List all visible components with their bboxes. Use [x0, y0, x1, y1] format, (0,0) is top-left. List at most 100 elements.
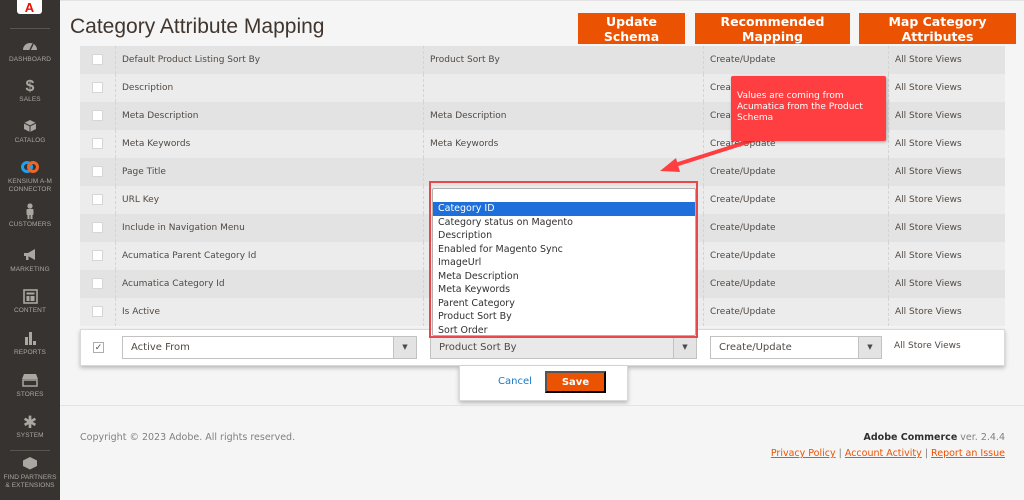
sidebar-item-catalog[interactable]: Catalog — [0, 119, 60, 145]
row-checkbox[interactable] — [92, 306, 103, 317]
copyright-text: Copyright © 2023 Adobe. All rights reser… — [80, 432, 296, 443]
column-divider — [888, 270, 889, 298]
row-checkbox[interactable]: ✓ — [93, 342, 104, 353]
column-divider — [888, 158, 889, 186]
store-view-cell: All Store Views — [895, 307, 962, 317]
sidebar-item-customers[interactable]: Customers — [0, 203, 60, 229]
dashboard-icon — [0, 38, 60, 56]
adobe-logo[interactable]: A — [17, 0, 42, 14]
acumatica-attribute-cell: Meta Description — [430, 111, 507, 121]
column-divider — [115, 186, 116, 214]
column-divider — [423, 298, 424, 326]
store-view-cell: All Store Views — [895, 195, 962, 205]
connector-icon — [0, 160, 60, 178]
sidebar-item-sales[interactable]: $ Sales — [0, 78, 60, 104]
sidebar-item-content[interactable]: Content — [0, 289, 60, 315]
save-button[interactable]: Save — [545, 371, 606, 393]
version-info: Adobe Commerce ver. 2.4.4 — [863, 432, 1005, 443]
sync-direction-cell: Create/Update — [710, 223, 776, 233]
annotation-callout: Values are coming from Acumatica from th… — [731, 76, 886, 141]
person-icon — [0, 203, 60, 221]
row-actions: Cancel Save — [459, 366, 628, 401]
chevron-down-icon: ▼ — [393, 337, 416, 358]
store-view-cell: All Store Views — [895, 279, 962, 289]
chevron-down-icon: ▼ — [673, 337, 696, 358]
acumatica-attribute-cell: Meta Keywords — [430, 139, 499, 149]
column-divider — [703, 242, 704, 270]
magento-attribute-cell: Default Product Listing Sort By — [122, 55, 261, 65]
column-divider — [423, 46, 424, 74]
column-divider — [115, 158, 116, 186]
annotation-highlight-box — [429, 181, 698, 338]
sidebar-item-marketing[interactable]: Marketing — [0, 248, 60, 274]
column-divider — [115, 242, 116, 270]
row-checkbox[interactable] — [92, 194, 103, 205]
layout-icon — [0, 289, 60, 307]
magento-attribute-cell: Page Title — [122, 167, 166, 177]
acumatica-attribute-select[interactable]: Product Sort By ▼ — [430, 336, 697, 359]
magento-attribute-cell: Include in Navigation Menu — [122, 223, 245, 233]
store-view-cell: All Store Views — [895, 111, 962, 121]
box-icon — [0, 119, 60, 137]
sidebar-divider — [10, 28, 50, 29]
row-checkbox[interactable] — [92, 54, 103, 65]
sidebar-item-stores[interactable]: Stores — [0, 373, 60, 399]
column-divider — [703, 74, 704, 102]
sync-direction-cell: Create/Update — [710, 307, 776, 317]
magento-attribute-cell: Is Active — [122, 307, 161, 317]
footer-divider — [60, 405, 1024, 406]
column-divider — [115, 74, 116, 102]
report-issue-link[interactable]: Report an Issue — [931, 448, 1005, 459]
column-divider — [888, 46, 889, 74]
row-checkbox[interactable] — [92, 222, 103, 233]
row-checkbox[interactable] — [92, 82, 103, 93]
column-divider — [703, 130, 704, 158]
account-activity-link[interactable]: Account Activity — [845, 448, 922, 459]
page-title: Category Attribute Mapping — [70, 15, 325, 38]
column-divider — [703, 270, 704, 298]
recommended-mapping-button[interactable]: Recommended Mapping — [695, 13, 850, 44]
sidebar-item-kensium-connector[interactable]: Kensium A-M Connector — [0, 160, 60, 194]
dollar-icon: $ — [25, 78, 35, 95]
column-divider — [423, 102, 424, 130]
store-view-cell: All Store Views — [895, 55, 962, 65]
row-checkbox[interactable] — [92, 138, 103, 149]
magento-attribute-select[interactable]: Active From ▼ — [122, 336, 417, 359]
column-divider — [423, 242, 424, 270]
sync-direction-cell: Create/Update — [710, 55, 776, 65]
sidebar-item-system[interactable]: ✱ System — [0, 414, 60, 440]
megaphone-icon — [0, 248, 60, 266]
privacy-policy-link[interactable]: Privacy Policy — [771, 448, 836, 459]
chevron-down-icon: ▼ — [858, 337, 881, 358]
gear-icon: ✱ — [22, 413, 38, 432]
magento-attribute-cell: Meta Description — [122, 111, 199, 121]
row-checkbox[interactable] — [92, 278, 103, 289]
sync-direction-cell: Create/Update — [710, 195, 776, 205]
column-divider — [888, 186, 889, 214]
row-checkbox[interactable] — [92, 250, 103, 261]
sidebar-item-find-partners[interactable]: Find Partners & Extensions — [0, 456, 60, 490]
admin-sidebar: A Dashboard $ Sales Catalog Kensium A-M … — [0, 0, 60, 500]
footer-links: Privacy Policy | Account Activity | Repo… — [770, 448, 1005, 459]
map-category-attributes-button[interactable]: Map Category Attributes — [859, 13, 1016, 44]
magento-attribute-cell: Acumatica Category Id — [122, 279, 225, 289]
sync-direction-select[interactable]: Create/Update ▼ — [710, 336, 882, 359]
column-divider — [703, 298, 704, 326]
sidebar-item-dashboard[interactable]: Dashboard — [0, 38, 60, 64]
store-view-cell: All Store Views — [895, 167, 962, 177]
magento-attribute-cell: Description — [122, 83, 174, 93]
column-divider — [423, 130, 424, 158]
store-view-cell: All Store Views — [895, 83, 962, 93]
sync-direction-cell: Create/Update — [710, 167, 776, 177]
sync-direction-cell: Create/Update — [710, 279, 776, 289]
row-checkbox[interactable] — [92, 166, 103, 177]
column-divider — [423, 158, 424, 186]
row-checkbox[interactable] — [92, 110, 103, 121]
update-schema-button[interactable]: Update Schema — [578, 13, 685, 44]
adobe-logo-icon: A — [24, 0, 35, 15]
sidebar-divider — [10, 450, 50, 451]
cancel-button[interactable]: Cancel — [498, 376, 532, 387]
column-divider — [888, 74, 889, 102]
sidebar-item-reports[interactable]: Reports — [0, 331, 60, 357]
column-divider — [115, 298, 116, 326]
